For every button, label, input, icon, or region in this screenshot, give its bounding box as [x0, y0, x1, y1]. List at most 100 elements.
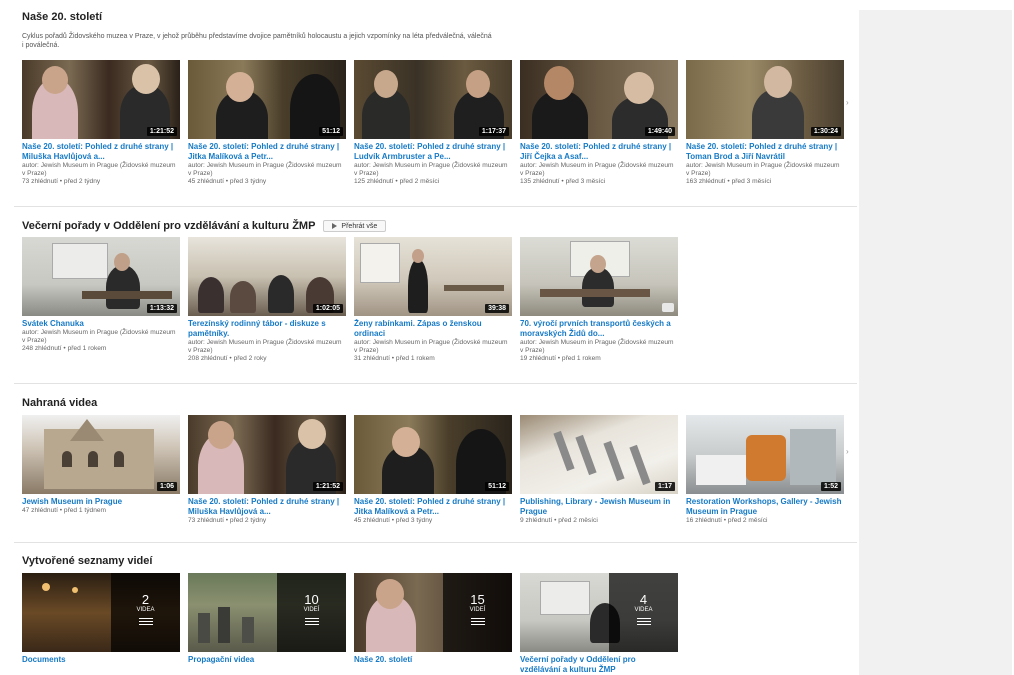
video-title[interactable]: Naše 20. století: Pohled z druhé strany … [188, 142, 346, 162]
duration-badge: 1:17 [654, 482, 675, 491]
duration-badge: 1:21:52 [312, 482, 343, 491]
channel-content: Naše 20. století Cyklus pořadů Židovskéh… [0, 0, 857, 675]
playlist-overlay: 10 VIDEÍ [277, 573, 346, 652]
video-title[interactable]: Ženy rabínkami. Zápas o ženskou ordinaci [354, 319, 512, 339]
video-thumbnail[interactable]: 1:13:32 [22, 237, 180, 316]
video-author[interactable]: autor: Jewish Museum in Prague (Židovské… [686, 162, 844, 178]
video-card[interactable]: 70. výročí prvních transportů českých a … [520, 237, 678, 363]
shelf-playlists: Vytvořené seznamy videí 2 VIDEA Document… [22, 554, 857, 674]
playlist-thumbnail[interactable]: 15 VIDEÍ [354, 573, 512, 652]
video-title[interactable]: Publishing, Library - Jewish Museum in P… [520, 497, 678, 517]
playlist-title[interactable]: Propagační videa [188, 655, 346, 665]
video-author[interactable]: autor: Jewish Museum in Prague (Židovské… [22, 329, 180, 345]
video-card[interactable]: 1:17 Publishing, Library - Jewish Museum… [520, 415, 678, 525]
video-card[interactable]: 1:21:52 Naše 20. století: Pohled z druhé… [22, 60, 180, 186]
camera-icon [662, 303, 674, 312]
duration-badge: 39:38 [485, 304, 509, 313]
video-card[interactable]: 1:02:05 Terezínský rodinný tábor - disku… [188, 237, 346, 363]
playlist-icon [470, 618, 485, 625]
video-author[interactable]: autor: Jewish Museum in Prague (Židovské… [354, 162, 512, 178]
duration-badge: 1:13:32 [146, 304, 177, 313]
video-thumbnail[interactable]: 1:21:52 [188, 415, 346, 494]
video-title[interactable]: Naše 20. století: Pohled z druhé strany … [188, 497, 346, 517]
playlist-count-label: VIDEA [634, 607, 653, 613]
playlist-count: 2 [141, 592, 150, 607]
playlist-count-label: VIDEA [136, 607, 155, 613]
video-thumbnail[interactable]: 39:38 [354, 237, 512, 316]
video-stats: 45 zhlédnutí • před 3 týdny [354, 517, 433, 524]
video-author[interactable]: autor: Jewish Museum in Prague (Židovské… [520, 339, 678, 355]
shelf-title[interactable]: Vytvořené seznamy videí [22, 554, 857, 568]
playlist-card[interactable]: 2 VIDEA Documents [22, 573, 180, 675]
shelf-title[interactable]: Naše 20. století [22, 10, 857, 24]
video-thumbnail[interactable]: 1:02:05 [188, 237, 346, 316]
duration-badge: 1:49:40 [644, 127, 675, 136]
chevron-right-icon[interactable]: › [846, 98, 849, 107]
playlist-count-label: VIDEÍ [303, 607, 320, 613]
video-card[interactable]: 1:30:24 Naše 20. století: Pohled z druhé… [686, 60, 844, 186]
shelf-title[interactable]: Večerní pořady v Oddělení pro vzdělávání… [22, 220, 315, 232]
video-title[interactable]: Naše 20. století: Pohled z druhé strany … [354, 497, 512, 517]
video-card[interactable]: 1:21:52 Naše 20. století: Pohled z druhé… [188, 415, 346, 525]
video-thumbnail[interactable]: 1:17 [520, 415, 678, 494]
video-title[interactable]: 70. výročí prvních transportů českých a … [520, 319, 678, 339]
video-card[interactable]: 1:13:32 Svátek Chanuka autor: Jewish Mus… [22, 237, 180, 363]
playlist-thumbnail[interactable]: 10 VIDEÍ [188, 573, 346, 652]
video-title[interactable]: Terezínský rodinný tábor - diskuze s pam… [188, 319, 346, 339]
playlist-card[interactable]: 4 VIDEA Večerní pořady v Oddělení pro vz… [520, 573, 678, 675]
playlist-count: 4 [639, 592, 648, 607]
video-thumbnail[interactable]: 51:12 [188, 60, 346, 139]
video-author[interactable]: autor: Jewish Museum in Prague (Židovské… [188, 339, 346, 355]
video-thumbnail[interactable]: 1:49:40 [520, 60, 678, 139]
playlist-icon [138, 618, 153, 625]
video-title[interactable]: Naše 20. století: Pohled z druhé strany … [686, 142, 844, 162]
video-thumbnail[interactable]: 1:06 [22, 415, 180, 494]
video-stats: 73 zhlédnutí • před 2 týdny [22, 178, 101, 185]
shelf-description: Cyklus pořadů Židovského muzea v Praze, … [22, 33, 492, 49]
duration-badge: 1:21:52 [146, 127, 177, 136]
playlist-title[interactable]: Večerní pořady v Oddělení pro vzdělávání… [520, 655, 678, 675]
video-card[interactable]: 51:12 Naše 20. století: Pohled z druhé s… [188, 60, 346, 186]
video-card[interactable]: 39:38 Ženy rabínkami. Zápas o ženskou or… [354, 237, 512, 363]
video-thumbnail[interactable]: 1:52 [686, 415, 844, 494]
playlist-card[interactable]: 10 VIDEÍ Propagační videa [188, 573, 346, 675]
shelf-divider [14, 206, 857, 207]
video-thumbnail[interactable]: 51:12 [354, 415, 512, 494]
video-thumbnail[interactable]: 1:30:24 [686, 60, 844, 139]
video-title[interactable]: Restoration Workshops, Gallery - Jewish … [686, 497, 844, 517]
playlist-title[interactable]: Naše 20. století [354, 655, 512, 665]
video-title[interactable]: Naše 20. století: Pohled z druhé strany … [22, 142, 180, 162]
playlist-title[interactable]: Documents [22, 655, 180, 665]
video-title[interactable]: Naše 20. století: Pohled z druhé strany … [354, 142, 512, 162]
duration-badge: 1:06 [156, 482, 177, 491]
video-stats: 135 zhlédnutí • před 3 měsíci [520, 178, 606, 185]
play-all-button[interactable]: Přehrát vše [323, 220, 387, 232]
video-thumbnail[interactable]: 1:17:37 [354, 60, 512, 139]
video-author[interactable]: autor: Jewish Museum in Prague (Židovské… [22, 162, 180, 178]
duration-badge: 51:12 [485, 482, 509, 491]
playlist-thumbnail[interactable]: 2 VIDEA [22, 573, 180, 652]
video-card[interactable]: 1:52 Restoration Workshops, Gallery - Je… [686, 415, 844, 525]
video-stats: 47 zhlédnutí • před 1 týdnem [22, 507, 107, 514]
chevron-right-icon[interactable]: › [846, 447, 849, 456]
video-author[interactable]: autor: Jewish Museum in Prague (Židovské… [354, 339, 512, 355]
video-thumbnail[interactable] [520, 237, 678, 316]
video-author[interactable]: autor: Jewish Museum in Prague (Židovské… [520, 162, 678, 178]
playlist-card[interactable]: 15 VIDEÍ Naše 20. století [354, 573, 512, 675]
playlist-count-label: VIDEÍ [469, 607, 486, 613]
video-stats: 16 zhlédnutí • před 2 měsíci [686, 517, 768, 524]
shelf-title[interactable]: Nahraná videa [22, 396, 857, 410]
video-card[interactable]: 51:12 Naše 20. století: Pohled z druhé s… [354, 415, 512, 525]
video-thumbnail[interactable]: 1:21:52 [22, 60, 180, 139]
video-title[interactable]: Naše 20. století: Pohled z druhé strany … [520, 142, 678, 162]
video-title[interactable]: Jewish Museum in Prague [22, 497, 180, 507]
video-title[interactable]: Svátek Chanuka [22, 319, 180, 329]
video-author[interactable]: autor: Jewish Museum in Prague (Židovské… [188, 162, 346, 178]
video-card[interactable]: 1:17:37 Naše 20. století: Pohled z druhé… [354, 60, 512, 186]
video-card[interactable]: 1:06 Jewish Museum in Prague 47 zhlédnut… [22, 415, 180, 525]
duration-badge: 1:17:37 [478, 127, 509, 136]
video-card[interactable]: 1:49:40 Naše 20. století: Pohled z druhé… [520, 60, 678, 186]
shelf-nahrana-videa: Nahraná videa 1:06 Jewish Museum in Prag… [22, 396, 857, 524]
video-stats: 45 zhlédnutí • před 3 týdny [188, 178, 267, 185]
playlist-thumbnail[interactable]: 4 VIDEA [520, 573, 678, 652]
